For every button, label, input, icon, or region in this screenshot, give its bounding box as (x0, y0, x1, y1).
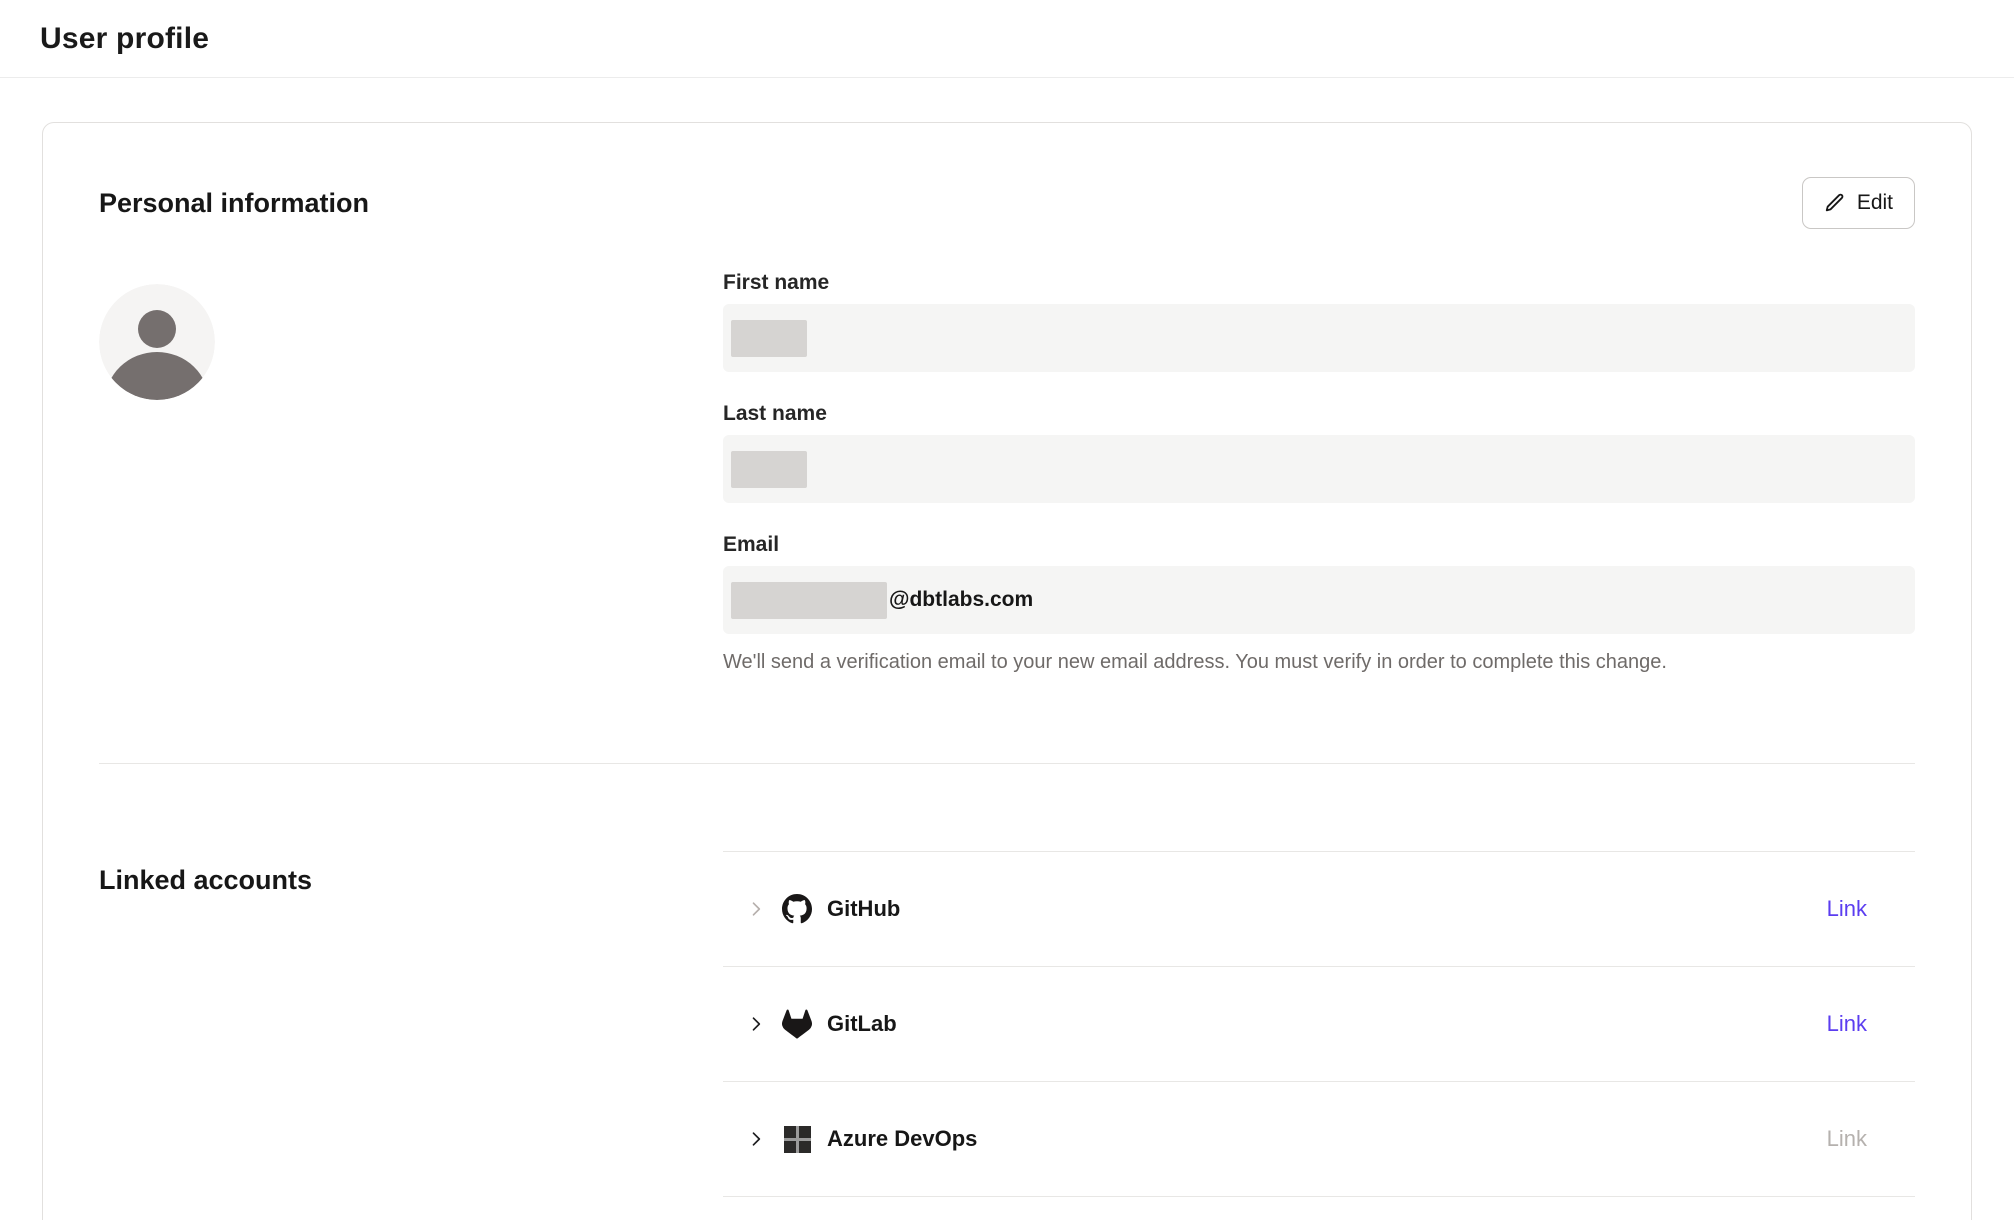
profile-card: Personal information Edit First name (42, 122, 1972, 1220)
personal-info-body: First name Last name Email @dbtlabs.com … (99, 271, 1915, 675)
email-field-group: Email @dbtlabs.com We'll send a verifica… (723, 533, 1915, 675)
link-action[interactable]: Link (1827, 1011, 1867, 1037)
gitlab-icon (782, 1009, 812, 1039)
pencil-icon (1824, 192, 1846, 214)
page-header: User profile (0, 0, 2014, 78)
github-icon (782, 894, 812, 924)
link-action: Link (1827, 1126, 1867, 1152)
chevron-right-icon[interactable] (746, 1129, 766, 1149)
link-action[interactable]: Link (1827, 896, 1867, 922)
gitlab-tanuki-glyph (782, 1009, 812, 1039)
first-name-label: First name (723, 271, 1915, 295)
account-row[interactable]: GitHub Link (723, 852, 1915, 967)
linked-accounts-heading-column: Linked accounts (99, 851, 723, 1197)
section-divider (99, 763, 1915, 764)
first-name-field-group: First name (723, 271, 1915, 372)
last-name-input (723, 435, 1915, 503)
linked-accounts-list: GitHub Link GitLab Link Azure DevOps Lin… (723, 851, 1915, 1197)
linked-accounts-title: Linked accounts (99, 865, 723, 896)
email-domain-text: @dbtlabs.com (889, 588, 1033, 612)
fields-column: First name Last name Email @dbtlabs.com … (723, 271, 1915, 675)
avatar-column (99, 271, 723, 675)
last-name-label: Last name (723, 402, 1915, 426)
personal-info-header: Personal information Edit (99, 123, 1915, 229)
personal-info-title: Personal information (99, 188, 369, 219)
email-helper-text: We'll send a verification email to your … (723, 649, 1915, 675)
account-row[interactable]: GitLab Link (723, 967, 1915, 1082)
github-octocat-glyph (782, 894, 812, 924)
redacted-last-name-value (731, 451, 807, 488)
chevron-right-icon[interactable] (746, 899, 766, 919)
email-input: @dbtlabs.com (723, 566, 1915, 634)
redacted-first-name-value (731, 320, 807, 357)
page-title: User profile (40, 22, 209, 56)
redacted-email-local-part (731, 582, 887, 619)
edit-button[interactable]: Edit (1802, 177, 1915, 229)
azure-devops-icon (782, 1124, 812, 1154)
first-name-input (723, 304, 1915, 372)
chevron-right-icon[interactable] (746, 1014, 766, 1034)
microsoft-grid-glyph (784, 1126, 811, 1153)
linked-accounts-section: Linked accounts GitHub Link GitLab Link … (99, 851, 1915, 1197)
edit-button-label: Edit (1857, 191, 1893, 215)
email-label: Email (723, 533, 1915, 557)
account-row[interactable]: Azure DevOps Link (723, 1082, 1915, 1197)
account-name-label: Azure DevOps (827, 1126, 977, 1152)
account-name-label: GitHub (827, 896, 900, 922)
account-name-label: GitLab (827, 1011, 897, 1037)
avatar (99, 284, 215, 400)
last-name-field-group: Last name (723, 402, 1915, 503)
